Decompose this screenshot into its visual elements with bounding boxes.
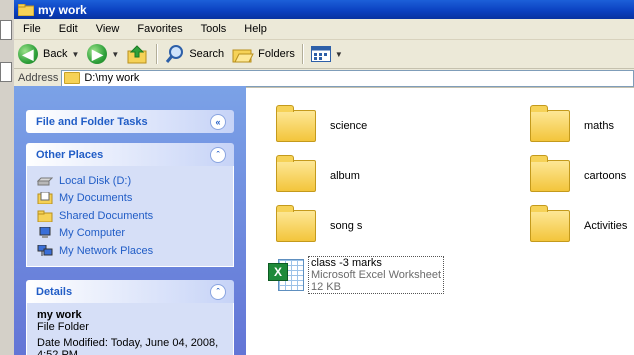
folders-icon — [232, 49, 254, 63]
background-window-stub — [0, 62, 12, 82]
search-icon — [166, 45, 184, 63]
folder-name: science — [330, 120, 368, 132]
forward-button[interactable]: ▶ ▼ — [83, 42, 123, 66]
folder-name: song s — [330, 220, 363, 232]
folder-name: album — [330, 170, 360, 182]
explorer-window: my work File Edit View Favorites Tools H… — [14, 0, 634, 355]
window-title: my work — [38, 2, 87, 17]
details-body: my work File Folder Date Modified: Today… — [26, 303, 234, 355]
menu-edit[interactable]: Edit — [50, 23, 87, 35]
details-title: Details — [36, 285, 73, 298]
drive-icon — [37, 177, 53, 186]
folder-icon — [64, 72, 81, 84]
file-folder-tasks-title: File and Folder Tasks — [36, 115, 148, 128]
views-icon — [310, 46, 331, 62]
place-my-documents[interactable]: My Documents — [37, 190, 223, 208]
place-label: My Network Places — [59, 244, 154, 257]
place-my-computer[interactable]: My Computer — [37, 225, 223, 243]
file-item-excel[interactable]: X class -3 marks Microsoft Excel Workshe… — [268, 256, 445, 294]
menu-help[interactable]: Help — [235, 23, 276, 35]
search-button[interactable]: Search — [161, 42, 228, 66]
back-button[interactable]: ◀ Back ▼ — [14, 42, 83, 66]
folder-name: Activities — [584, 220, 628, 232]
file-folder-tasks-panel: File and Folder Tasks « — [26, 110, 234, 133]
back-arrow-icon: ◀ — [18, 44, 38, 64]
folder-item-songs[interactable]: song s — [276, 205, 363, 242]
address-value: D:\my work — [84, 72, 140, 84]
place-my-network-places[interactable]: My Network Places — [37, 242, 223, 260]
toolbar-separator — [301, 44, 304, 64]
place-label: Shared Documents — [59, 209, 154, 222]
folder-item-science[interactable]: science — [276, 105, 368, 142]
file-name: class -3 marks — [311, 257, 382, 269]
folder-icon — [530, 105, 570, 142]
forward-arrow-icon: ▶ — [87, 44, 108, 64]
folder-icon — [276, 155, 316, 192]
excel-file-icon: X — [268, 257, 304, 293]
background-window-stub — [0, 20, 12, 40]
collapse-chevron-icon[interactable]: ˆ — [210, 283, 226, 300]
details-type: File Folder — [37, 321, 89, 333]
place-label: My Documents — [59, 192, 133, 205]
up-folder-icon — [127, 45, 147, 64]
menu-file[interactable]: File — [14, 23, 50, 35]
file-list: science maths album cartoons song s Acti… — [254, 86, 634, 355]
folder-icon — [17, 3, 35, 16]
other-places-header[interactable]: Other Places ˆ — [26, 143, 234, 166]
task-pane: File and Folder Tasks « Other Places ˆ L… — [14, 86, 246, 355]
address-field[interactable]: D:\my work — [61, 69, 634, 87]
details-panel: Details ˆ my work File Folder Date Modif… — [26, 280, 234, 355]
computer-icon — [39, 227, 51, 239]
expand-chevron-icon[interactable]: « — [210, 113, 226, 130]
folder-item-activities[interactable]: Activities — [530, 205, 628, 242]
toolbar: ◀ Back ▼ ▶ ▼ Search Folders ▼ — [14, 40, 634, 69]
details-modified: Date Modified: Today, June 04, 2008, 4:5… — [37, 337, 219, 355]
shared-folder-icon — [37, 210, 53, 222]
place-shared-documents[interactable]: Shared Documents — [37, 207, 223, 225]
menu-bar: File Edit View Favorites Tools Help — [14, 19, 634, 40]
folder-icon — [276, 205, 316, 242]
excel-file-info: class -3 marks Microsoft Excel Worksheet… — [308, 256, 445, 294]
other-places-title: Other Places — [36, 148, 104, 161]
folder-name: cartoons — [584, 170, 627, 182]
folder-item-cartoons[interactable]: cartoons — [530, 155, 627, 192]
back-label: Back — [43, 48, 68, 60]
collapse-chevron-icon[interactable]: ˆ — [210, 146, 226, 163]
search-label: Search — [189, 48, 225, 60]
other-places-list: Local Disk (D:) My Documents Shared Docu… — [26, 166, 234, 267]
menu-tools[interactable]: Tools — [192, 23, 236, 35]
toolbar-separator — [156, 44, 159, 64]
network-icon — [37, 244, 53, 256]
menu-favorites[interactable]: Favorites — [128, 23, 191, 35]
place-label: My Computer — [59, 227, 126, 240]
address-label: Address — [18, 72, 59, 84]
folder-icon — [276, 105, 316, 142]
other-places-panel: Other Places ˆ Local Disk (D:) My Docume… — [26, 143, 234, 267]
file-size: 12 KB — [311, 281, 341, 293]
title-bar[interactable]: my work — [14, 0, 634, 19]
details-name: my work — [37, 309, 82, 321]
views-button[interactable]: ▼ — [307, 42, 347, 66]
chevron-down-icon[interactable]: ▼ — [111, 50, 119, 59]
folder-icon — [530, 155, 570, 192]
chevron-down-icon[interactable]: ▼ — [335, 50, 343, 59]
folder-icon — [530, 205, 570, 242]
my-documents-icon — [37, 192, 53, 205]
folder-name: maths — [584, 120, 614, 132]
menu-view[interactable]: View — [87, 23, 129, 35]
details-header[interactable]: Details ˆ — [26, 280, 234, 303]
chevron-down-icon[interactable]: ▼ — [71, 50, 79, 59]
place-label: Local Disk (D:) — [59, 174, 132, 187]
folder-item-album[interactable]: album — [276, 155, 360, 192]
folders-button[interactable]: Folders — [228, 42, 299, 66]
background-window-edge — [0, 0, 14, 355]
file-folder-tasks-header[interactable]: File and Folder Tasks « — [26, 110, 234, 133]
file-type: Microsoft Excel Worksheet — [311, 269, 442, 281]
folder-item-maths[interactable]: maths — [530, 105, 614, 142]
up-folder-button[interactable] — [123, 42, 153, 66]
folders-label: Folders — [258, 48, 295, 60]
place-local-disk[interactable]: Local Disk (D:) — [37, 172, 223, 190]
